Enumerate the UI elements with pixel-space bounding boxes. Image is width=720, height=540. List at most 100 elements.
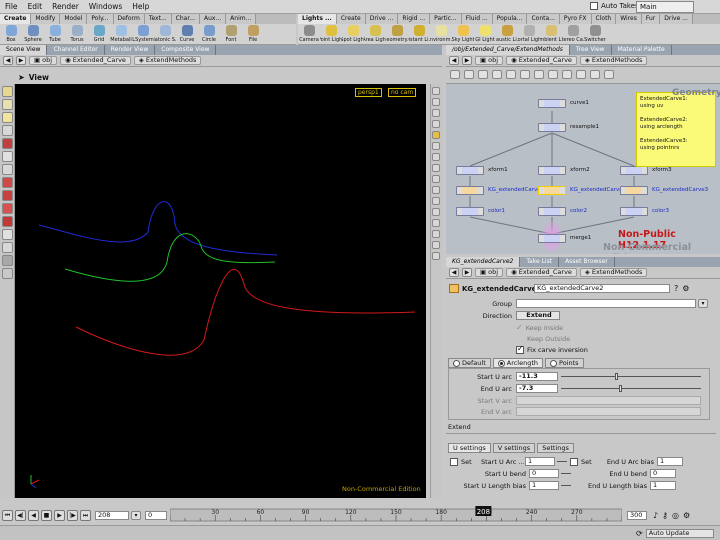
start-u-field[interactable]: -11.3	[516, 372, 558, 381]
shelf-tool-button[interactable]: Circle	[198, 24, 220, 44]
slider-knob[interactable]	[619, 385, 622, 392]
tab-material-palette[interactable]: Material Palette	[612, 45, 672, 55]
tab-channel-editor[interactable]: Channel Editor	[47, 45, 105, 55]
help-icon[interactable]: ?	[674, 284, 678, 293]
network-tool-button[interactable]	[464, 70, 474, 79]
network-tool-button[interactable]	[506, 70, 516, 79]
menu-help[interactable]: Help	[127, 2, 154, 11]
display-option-button[interactable]	[432, 219, 440, 227]
network-node[interactable]	[538, 99, 566, 108]
viewport-tool-button[interactable]	[2, 151, 13, 162]
param-path-sop[interactable]: ◈ ExtendMethods	[579, 268, 648, 277]
display-option-button[interactable]	[432, 109, 440, 117]
sticky-note[interactable]: ExtendedCarve1: using uv ExtendedCarve2:…	[636, 92, 716, 167]
step-forward-button[interactable]: |▶	[67, 509, 78, 521]
shelf-tab[interactable]: Create	[0, 14, 32, 24]
desktop-select[interactable]: Main	[636, 1, 694, 13]
network-node[interactable]	[538, 166, 566, 175]
viewport-tool-button[interactable]	[2, 216, 13, 227]
tab-default[interactable]: Default	[448, 358, 491, 368]
tab-render-view[interactable]: Render View	[105, 45, 156, 55]
frame-menu-button[interactable]: ▾	[131, 510, 141, 520]
audio-icon[interactable]: ♪	[653, 511, 658, 520]
shelf-tab[interactable]: Create	[336, 14, 366, 24]
shelf-tool-button[interactable]: Sky Light	[452, 24, 474, 44]
radio-points[interactable]	[550, 359, 558, 367]
shelf-tab[interactable]: Conta...	[527, 14, 560, 24]
network-tool-button[interactable]	[520, 70, 530, 79]
viewport-tool-button[interactable]	[2, 112, 13, 123]
menu-render[interactable]: Render	[47, 2, 84, 11]
display-option-button[interactable]	[432, 186, 440, 194]
auto-update-select[interactable]: Auto Update	[645, 528, 714, 538]
network-node[interactable]	[620, 166, 648, 175]
display-option-button[interactable]	[432, 208, 440, 216]
viewport-tool-button[interactable]	[2, 255, 13, 266]
tab-composite-view[interactable]: Composite View	[155, 45, 217, 55]
shelf-tab[interactable]: Fur	[641, 14, 661, 24]
network-node[interactable]	[538, 234, 566, 243]
timeline-ruler[interactable]: 306090120150180210240270208	[170, 505, 622, 525]
display-option-button[interactable]	[432, 164, 440, 172]
keep-inside-checkbox[interactable]: ✓	[516, 323, 523, 332]
group-field[interactable]	[516, 299, 696, 308]
current-frame-field[interactable]: 208	[95, 510, 129, 520]
start-frame-field[interactable]: 0	[145, 510, 167, 520]
viewport-tool-button[interactable]	[2, 125, 13, 136]
network-node[interactable]	[538, 123, 566, 132]
network-node[interactable]	[456, 207, 484, 216]
net-path-obj[interactable]: ▣ obj	[475, 56, 504, 65]
viewport-tool-button[interactable]	[2, 190, 13, 201]
set-end-checkbox[interactable]	[570, 457, 578, 466]
menu-windows[interactable]: Windows	[84, 2, 127, 11]
shelf-tool-button[interactable]: Distant Li...	[408, 24, 430, 44]
shelf-tool-button[interactable]: Metaball	[110, 24, 132, 44]
shelf-tool-button[interactable]: Grid	[88, 24, 110, 44]
shelf-tool-button[interactable]: Platonic S...	[154, 24, 176, 44]
tab-take-list[interactable]: Take List	[520, 257, 560, 267]
auto-takes-checkbox[interactable]	[590, 2, 598, 10]
shelf-tab[interactable]: Rigid ...	[398, 14, 431, 24]
shelf-tool-button[interactable]: Point Light	[320, 24, 342, 44]
viewer-arrow-icon[interactable]: ➤	[18, 73, 25, 82]
start-u-slider[interactable]	[561, 372, 701, 381]
start-u-bend-slider[interactable]	[561, 469, 571, 478]
shelf-tool-button[interactable]: Spot Light	[342, 24, 364, 44]
network-tool-button[interactable]	[534, 70, 544, 79]
network-node[interactable]	[620, 207, 648, 216]
key-icon[interactable]: ⚷	[662, 511, 668, 520]
display-option-button[interactable]	[432, 131, 440, 139]
path-obj[interactable]: ▣ obj	[29, 56, 58, 65]
tab-asset-browser[interactable]: Asset Browser	[559, 257, 615, 267]
radio-default[interactable]	[453, 359, 460, 367]
display-option-button[interactable]	[432, 87, 440, 95]
param-forward-button[interactable]: ▶	[462, 268, 472, 277]
shelf-tab[interactable]: Model	[60, 14, 88, 24]
start-u-arc-bias-slider[interactable]	[557, 457, 567, 466]
tab-arclength[interactable]: Arclength	[492, 358, 544, 368]
viewport-tool-button[interactable]	[2, 242, 13, 253]
shelf-tab[interactable]: Anim...	[226, 14, 257, 24]
viewport-tool-button[interactable]	[2, 203, 13, 214]
stop-button[interactable]: ■	[41, 509, 52, 521]
node-name-field[interactable]: KG_extendedCarve2	[534, 284, 670, 293]
shelf-tab[interactable]: Lights ...	[298, 14, 337, 24]
network-node[interactable]	[620, 186, 648, 195]
network-tool-button[interactable]	[590, 70, 600, 79]
viewport-tool-button[interactable]	[2, 229, 13, 240]
viewport-tool-button[interactable]	[2, 177, 13, 188]
display-option-button[interactable]	[432, 153, 440, 161]
end-u-arc-bias-field[interactable]: 1	[657, 457, 683, 466]
realtime-icon[interactable]: ◎	[672, 511, 679, 520]
shelf-tab[interactable]: Deform	[113, 14, 145, 24]
back-button[interactable]: ◀	[3, 56, 13, 65]
settings-icon[interactable]: ⚙	[683, 511, 690, 520]
gear-icon[interactable]: ⚙	[682, 284, 689, 293]
shelf-tool-button[interactable]: GI Light	[474, 24, 496, 44]
group-menu-button[interactable]: ▾	[698, 299, 708, 308]
display-option-button[interactable]	[432, 98, 440, 106]
end-u-length-bias-field[interactable]: 1	[650, 481, 676, 490]
start-u-length-bias-slider[interactable]	[561, 481, 571, 490]
radio-arclength[interactable]	[497, 359, 505, 367]
end-u-slider[interactable]	[561, 384, 701, 393]
